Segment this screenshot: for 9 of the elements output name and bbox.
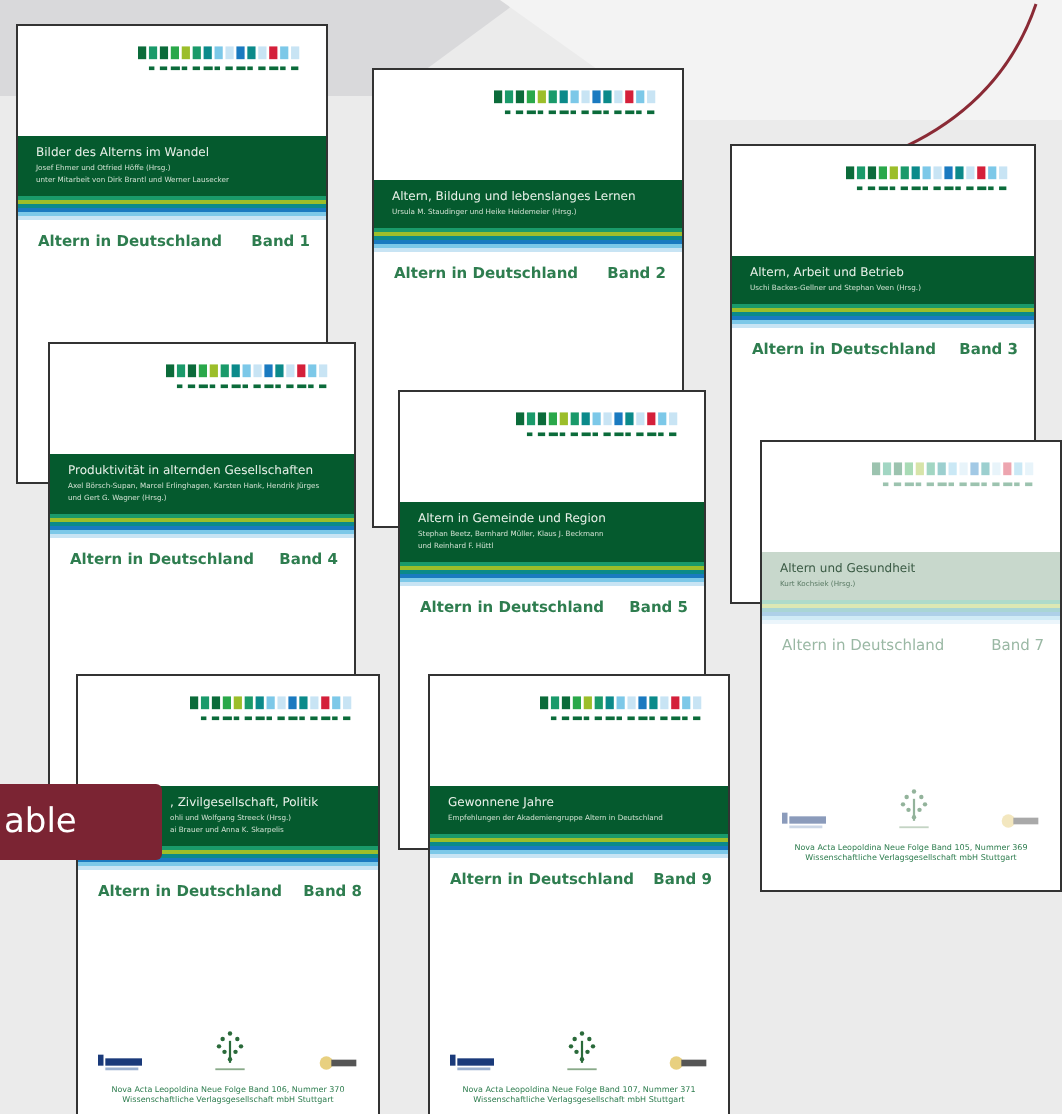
logo-icon: [138, 46, 302, 76]
logo-icon: [846, 166, 1010, 196]
label-tag: able: [0, 784, 162, 860]
logo-icon: [516, 412, 680, 442]
logo-icon: [166, 364, 330, 394]
logo-icon: [494, 90, 658, 120]
logo-icon: [190, 696, 354, 726]
logo-icon: [872, 462, 1036, 492]
logo-icon: [540, 696, 704, 726]
